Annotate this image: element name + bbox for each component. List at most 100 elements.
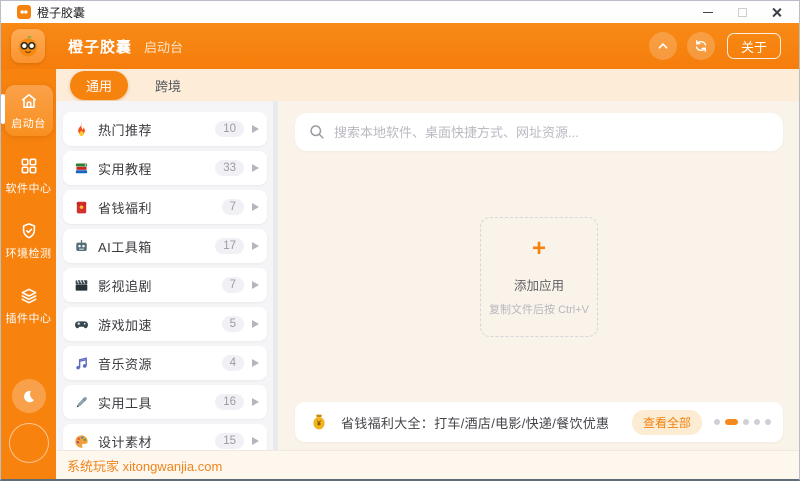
sidebar: 启动台 软件中心 环境检测 插件中心 bbox=[1, 69, 56, 479]
fire-icon bbox=[73, 121, 90, 138]
view-all-button[interactable]: 查看全部 bbox=[631, 409, 702, 435]
chevron-right-icon bbox=[252, 320, 259, 328]
layers-icon bbox=[21, 288, 36, 304]
minimize-button[interactable] bbox=[691, 2, 725, 22]
gamepad-icon bbox=[73, 316, 90, 333]
search-bar[interactable] bbox=[295, 113, 783, 151]
category-count-badge: 4 bbox=[221, 355, 244, 371]
category-count-badge: 10 bbox=[215, 121, 244, 137]
sidebar-item-label: 插件中心 bbox=[5, 313, 52, 325]
app-window: 橙子胶囊 橙子胶囊 启动台 关于 启动台 软件中心 环境检测 插件中心 通用 跨… bbox=[0, 0, 800, 481]
category-count-badge: 33 bbox=[215, 160, 244, 176]
collapse-up-button[interactable] bbox=[648, 32, 677, 60]
sidebar-item-label: 软件中心 bbox=[5, 183, 52, 195]
refresh-button[interactable] bbox=[686, 32, 715, 60]
robot-icon bbox=[73, 238, 90, 255]
titlebar: 橙子胶囊 bbox=[1, 1, 799, 23]
close-button[interactable] bbox=[759, 2, 793, 22]
sidebar-item-env-check[interactable]: 环境检测 bbox=[5, 215, 53, 266]
about-button[interactable]: 关于 bbox=[726, 33, 781, 59]
carousel-dots bbox=[714, 419, 771, 425]
maximize-button[interactable] bbox=[725, 2, 759, 22]
sidebar-item-label: 环境检测 bbox=[5, 248, 52, 260]
pen-icon bbox=[73, 394, 90, 411]
close-icon bbox=[771, 7, 782, 18]
carousel-dot-active[interactable] bbox=[725, 419, 738, 425]
category-label: 实用教程 bbox=[98, 161, 153, 177]
category-item-design[interactable]: 设计素材 15 bbox=[63, 424, 267, 450]
category-label: 影视追剧 bbox=[98, 278, 153, 294]
carousel-dot[interactable] bbox=[714, 419, 720, 425]
category-label: 实用工具 bbox=[98, 395, 153, 411]
money-bag-icon: ¥ bbox=[313, 414, 325, 430]
category-count-badge: 16 bbox=[215, 394, 244, 410]
home-icon bbox=[21, 93, 36, 109]
red-envelope-icon bbox=[73, 199, 90, 216]
carousel-dot[interactable] bbox=[743, 419, 749, 425]
grid-icon bbox=[21, 158, 36, 174]
sidebar-item-label: 启动台 bbox=[11, 118, 46, 130]
category-label: AI工具箱 bbox=[98, 239, 152, 255]
sidebar-item-software-center[interactable]: 软件中心 bbox=[5, 150, 53, 201]
category-item-game-boost[interactable]: 游戏加速 5 bbox=[63, 307, 267, 341]
active-indicator bbox=[1, 94, 5, 124]
chevron-right-icon bbox=[252, 164, 259, 172]
category-item-music[interactable]: 音乐资源 4 bbox=[63, 346, 267, 380]
search-icon bbox=[310, 125, 324, 139]
search-input[interactable] bbox=[334, 124, 769, 140]
category-list: 热门推荐 10 实用教程 33 省钱福利 7 AI工具箱 17 影视追剧 7 游… bbox=[56, 101, 273, 450]
chevron-right-icon bbox=[252, 125, 259, 133]
tabbar: 通用 跨境 bbox=[56, 69, 799, 101]
chevron-right-icon bbox=[252, 203, 259, 211]
refresh-icon bbox=[695, 40, 707, 52]
carousel-dot[interactable] bbox=[765, 419, 771, 425]
palette-icon bbox=[73, 433, 90, 450]
add-app-dropzone[interactable]: + 添加应用 复制文件后按 Ctrl+V bbox=[480, 216, 598, 337]
chevron-right-icon bbox=[252, 398, 259, 406]
category-item-savings[interactable]: 省钱福利 7 bbox=[63, 190, 267, 224]
tab-crossborder[interactable]: 跨境 bbox=[155, 76, 181, 95]
promo-banner[interactable]: ¥ 省钱福利大全：打车/酒店/电影/快递/餐饮优惠 查看全部 bbox=[295, 402, 783, 442]
category-label: 设计素材 bbox=[98, 434, 153, 450]
chevron-up-icon bbox=[658, 43, 668, 49]
category-item-hot[interactable]: 热门推荐 10 bbox=[63, 112, 267, 146]
app-logo bbox=[11, 29, 45, 63]
category-label: 音乐资源 bbox=[98, 356, 153, 372]
dark-mode-button[interactable] bbox=[11, 379, 46, 413]
promo-text: 省钱福利大全：打车/酒店/电影/快递/餐饮优惠 bbox=[341, 415, 610, 431]
category-count-badge: 5 bbox=[221, 316, 244, 332]
chevron-right-icon bbox=[252, 281, 259, 289]
launchpad-panel: + 添加应用 复制文件后按 Ctrl+V ¥ 省钱福利大全：打车/酒店/电影/快… bbox=[278, 101, 799, 450]
add-app-hint: 复制文件后按 Ctrl+V bbox=[489, 303, 589, 316]
music-note-icon bbox=[73, 355, 90, 372]
tab-general[interactable]: 通用 bbox=[70, 70, 129, 100]
category-label: 热门推荐 bbox=[98, 122, 153, 138]
category-item-movies[interactable]: 影视追剧 7 bbox=[63, 268, 267, 302]
circle-outline-button[interactable] bbox=[8, 423, 49, 463]
chevron-right-icon bbox=[252, 437, 259, 445]
minimize-icon bbox=[703, 11, 713, 13]
footer-brand-link[interactable]: 系统玩家 xitongwanjia.com bbox=[67, 456, 222, 475]
category-count-badge: 7 bbox=[221, 199, 244, 215]
books-icon bbox=[73, 160, 90, 177]
moon-icon bbox=[24, 390, 35, 402]
header-app-name: 橙子胶囊 bbox=[68, 38, 133, 56]
category-item-tutorials[interactable]: 实用教程 33 bbox=[63, 151, 267, 185]
header-subtitle: 启动台 bbox=[144, 39, 184, 55]
clapper-icon bbox=[73, 277, 90, 294]
carousel-dot[interactable] bbox=[754, 419, 760, 425]
add-app-title: 添加应用 bbox=[513, 278, 564, 293]
app-icon bbox=[17, 5, 31, 19]
sidebar-item-plugin-center[interactable]: 插件中心 bbox=[5, 280, 53, 331]
category-item-ai-tools[interactable]: AI工具箱 17 bbox=[63, 229, 267, 263]
category-label: 省钱福利 bbox=[98, 200, 153, 216]
category-count-badge: 17 bbox=[215, 238, 244, 254]
category-item-utilities[interactable]: 实用工具 16 bbox=[63, 385, 267, 419]
sidebar-item-launchpad[interactable]: 启动台 bbox=[1, 85, 53, 136]
shield-check-icon bbox=[22, 223, 35, 239]
app-header: 橙子胶囊 启动台 关于 bbox=[1, 23, 799, 69]
chevron-right-icon bbox=[252, 359, 259, 367]
category-count-badge: 7 bbox=[221, 277, 244, 293]
plus-icon: + bbox=[531, 234, 546, 262]
window-title: 橙子胶囊 bbox=[37, 5, 86, 20]
